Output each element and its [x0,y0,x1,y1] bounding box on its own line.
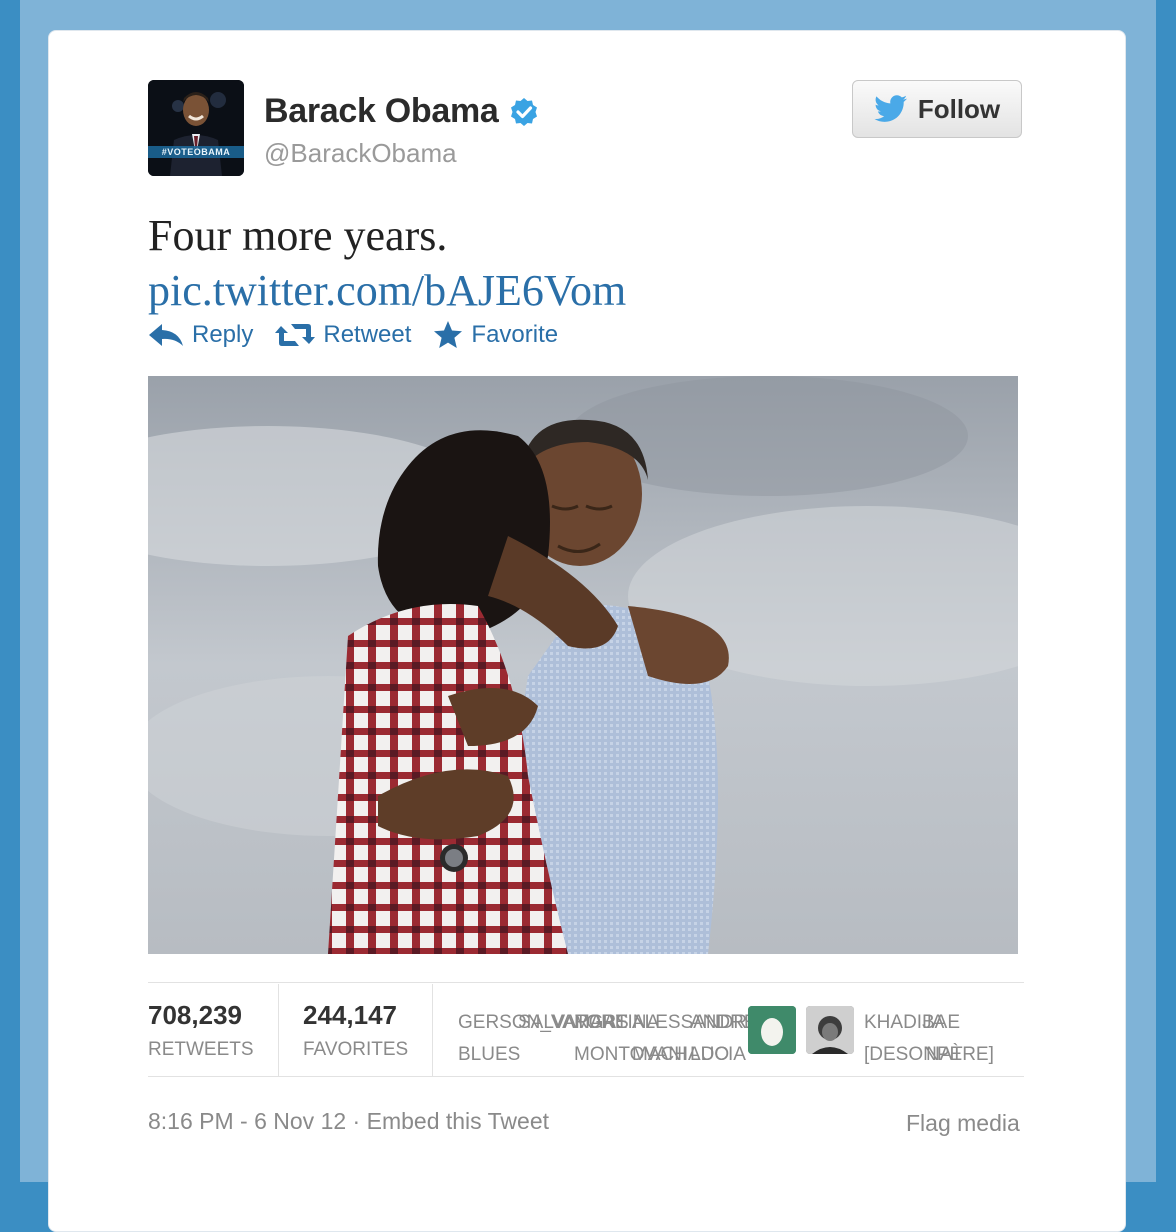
flag-media-link[interactable]: Flag media [906,1110,1020,1137]
retweet-count-label: RETWEETS [148,1039,254,1060]
tweet-text: Four more years. [148,211,448,260]
reply-button[interactable]: Reply [148,321,253,349]
favoriter-name[interactable]: LUCIA [690,1044,746,1066]
favoriter-name[interactable]: NAT [926,1044,963,1066]
favorite-count-value: 244,147 [303,1000,397,1030]
stat-separator [432,984,433,1076]
tweet-media-link[interactable]: pic.twitter.com/bAJE6Vom [148,265,626,316]
reply-label: Reply [192,321,254,348]
embed-tweet-link[interactable]: Embed this Tweet [367,1108,549,1134]
retweet-icon [275,324,316,346]
user-handle[interactable]: @BarackObama [264,138,457,169]
favorite-label: Favorite [471,321,559,348]
user-name-row: Barack Obama [264,92,539,131]
retweet-count-value: 708,239 [148,1000,242,1030]
avatar[interactable]: #VOTEOBAMA [148,80,244,176]
avatar-caption: #VOTEOBAMA [161,147,231,157]
user-name[interactable]: Barack Obama [264,92,499,131]
favoriter-name[interactable]: BAE [922,1012,960,1034]
follow-button-label: Follow [917,93,1001,124]
tweet-actions: Reply Retweet Favorite [148,320,558,350]
verified-badge-icon [510,97,537,126]
tweet-footer: 8:16 PM - 6 Nov 12 · Embed this Tweet [148,1108,549,1135]
favorite-count[interactable]: 244,147 FAVORITES [303,1000,408,1061]
stat-separator [278,984,279,1076]
tweet-timestamp[interactable]: 8:16 PM - 6 Nov 12 [148,1108,346,1134]
reply-icon [149,324,183,346]
favoriter-avatar[interactable] [806,1006,854,1054]
divider-top [148,982,1024,983]
favoriter-avatar[interactable] [748,1006,796,1054]
divider-bottom [148,1076,1024,1077]
twitter-bird-icon [874,95,907,122]
footer-separator: · [352,1108,361,1134]
retweet-button[interactable]: Retweet [275,321,411,349]
star-icon [434,321,463,348]
default-egg-icon [748,1006,796,1054]
favorite-button[interactable]: Favorite [433,320,558,350]
follow-button[interactable]: Follow [852,80,1022,138]
favoriter-name[interactable]: BLUES [458,1044,520,1066]
retweet-count[interactable]: 708,239 RETWEETS [148,1000,254,1061]
favorite-count-label: FAVORITES [303,1039,409,1060]
retweet-label: Retweet [323,321,412,348]
tweet-photo[interactable] [148,376,1018,954]
